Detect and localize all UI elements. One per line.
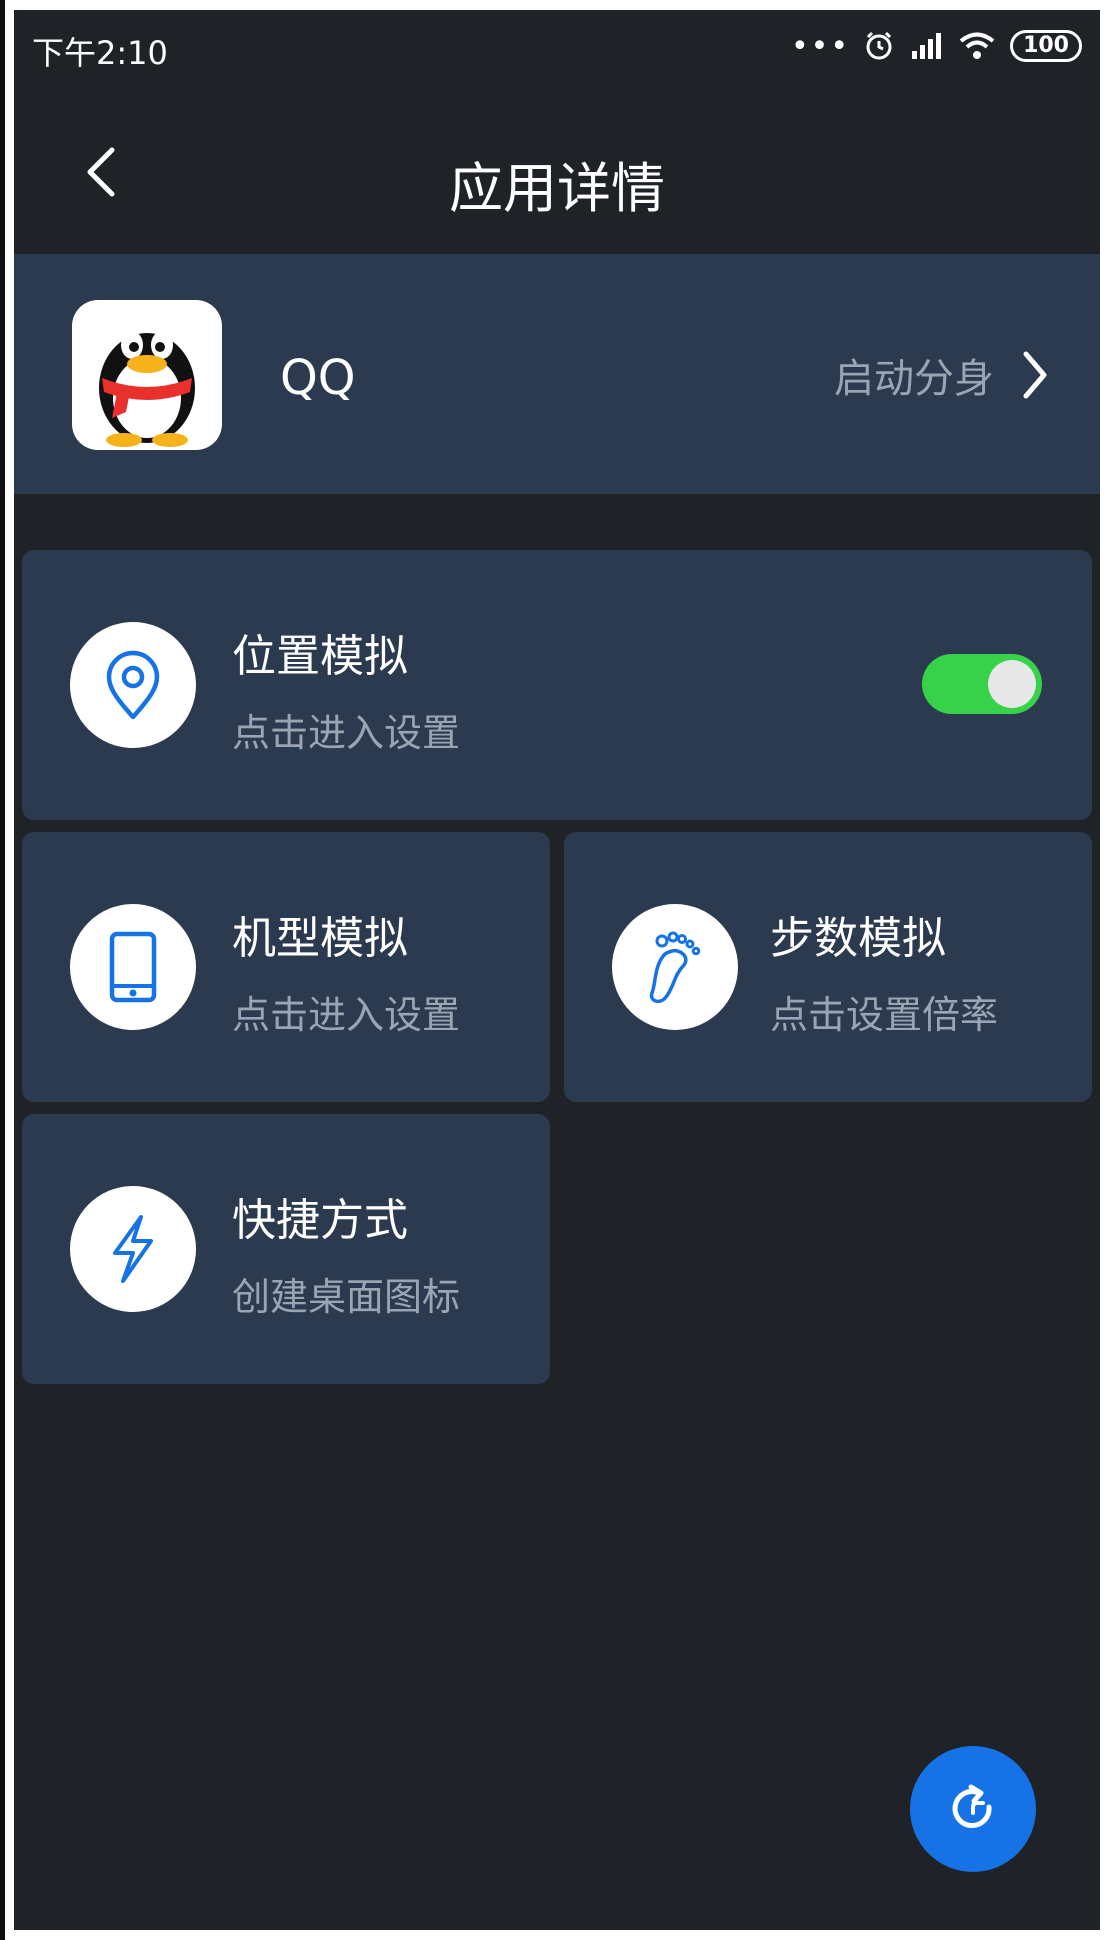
device-icon-circle — [70, 904, 196, 1030]
device-subtitle: 点击进入设置 — [232, 993, 461, 1037]
location-simulation-card[interactable]: 位置模拟 点击进入设置 — [22, 550, 1092, 820]
shortcut-card[interactable]: 快捷方式 创建桌面图标 — [22, 1114, 550, 1384]
battery-indicator: 100 — [1010, 30, 1082, 62]
status-time: 下午2:10 — [32, 34, 168, 72]
qq-logo-icon — [72, 300, 222, 450]
device-simulation-card[interactable]: 机型模拟 点击进入设置 — [22, 832, 550, 1102]
screen: 下午2:10 ••• 100 应用详情 QQ 启动分身 位置模拟 点击进入设置 … — [14, 10, 1100, 1930]
more-dots-icon: ••• — [790, 28, 851, 64]
refresh-icon — [952, 1784, 992, 1828]
status-icons: ••• 100 — [791, 24, 1082, 68]
header: 应用详情 — [14, 86, 1100, 254]
location-pin-icon — [106, 650, 160, 720]
status-bar: 下午2:10 ••• 100 — [14, 10, 1100, 86]
steps-subtitle: 点击设置倍率 — [770, 993, 999, 1037]
app-row: QQ 启动分身 — [14, 254, 1100, 494]
shortcut-title: 快捷方式 — [232, 1195, 408, 1246]
page-title: 应用详情 — [449, 157, 665, 220]
steps-title: 步数模拟 — [770, 913, 946, 964]
refresh-fab[interactable] — [910, 1746, 1036, 1872]
chevron-right-icon — [1023, 351, 1047, 399]
step-simulation-card[interactable]: 步数模拟 点击设置倍率 — [564, 832, 1092, 1102]
footprint-icon — [649, 931, 701, 1004]
wifi-icon — [959, 32, 995, 59]
shortcut-icon-circle — [70, 1186, 196, 1312]
shortcut-subtitle: 创建桌面图标 — [232, 1275, 461, 1319]
toggle-knob — [988, 660, 1036, 708]
phone-icon — [109, 931, 157, 1003]
steps-icon-circle — [612, 904, 738, 1030]
location-subtitle: 点击进入设置 — [232, 711, 461, 755]
location-title: 位置模拟 — [232, 631, 408, 682]
signal-icon — [912, 33, 942, 59]
location-icon-circle — [70, 622, 196, 748]
lightning-icon — [113, 1215, 153, 1283]
launch-clone-button[interactable]: 启动分身 — [834, 346, 1050, 404]
device-title: 机型模拟 — [232, 913, 408, 964]
alarm-icon — [866, 31, 892, 60]
launch-clone-label: 启动分身 — [834, 356, 994, 402]
app-name: QQ — [280, 350, 356, 406]
edge-bar — [0, 0, 5, 1940]
location-toggle[interactable] — [922, 654, 1042, 714]
